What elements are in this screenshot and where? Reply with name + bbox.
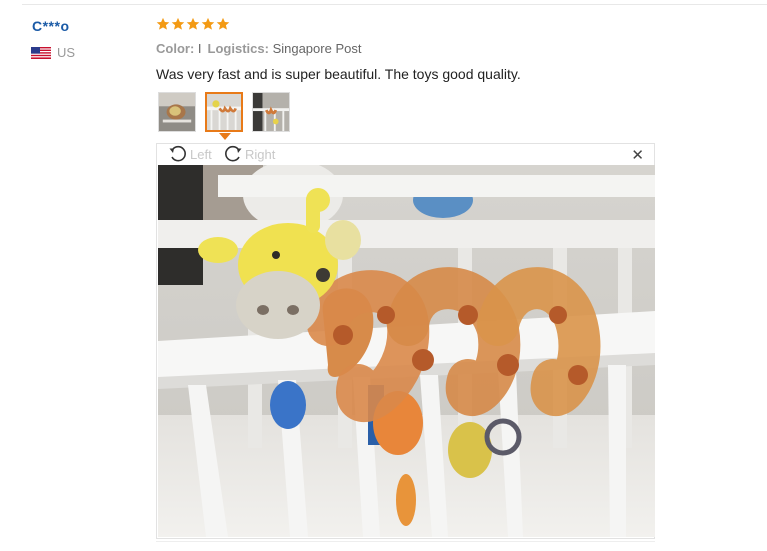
color-label: Color: bbox=[156, 41, 195, 56]
star-icon bbox=[216, 17, 230, 30]
rotate-right-label: Right bbox=[245, 146, 276, 162]
bottom-divider bbox=[156, 541, 655, 542]
us-flag-icon bbox=[31, 46, 51, 59]
logistics-value: Singapore Post bbox=[272, 41, 362, 56]
logistics-attribute: Logistics: Singapore Post bbox=[208, 41, 362, 56]
star-icon bbox=[171, 17, 185, 30]
rotate-left-label: Left bbox=[190, 146, 212, 162]
viewer-toolbar: Left Right ✕ bbox=[157, 144, 654, 164]
star-icon bbox=[156, 17, 170, 30]
photo-thumbnail-1[interactable] bbox=[158, 92, 196, 132]
photo-thumbnail-3[interactable] bbox=[252, 92, 290, 132]
star-icon bbox=[186, 17, 200, 30]
rotate-right-button[interactable]: Right bbox=[223, 145, 275, 163]
color-value: I bbox=[197, 41, 202, 56]
photo-viewer: Left Right ✕ bbox=[156, 143, 655, 539]
selected-thumbnail-indicator bbox=[219, 133, 231, 140]
rotate-right-icon bbox=[225, 145, 242, 162]
review-meta: Color: I Logistics: Singapore Post bbox=[156, 41, 361, 56]
rotate-left-button[interactable]: Left bbox=[168, 145, 212, 163]
rotate-left-icon bbox=[169, 145, 186, 162]
star-icon bbox=[201, 17, 215, 30]
review-text: Was very fast and is super beautiful. Th… bbox=[156, 66, 521, 82]
top-divider bbox=[22, 4, 767, 5]
photo-thumbnails bbox=[158, 92, 290, 132]
reviewer-country: US bbox=[31, 45, 75, 60]
logistics-label: Logistics: bbox=[207, 41, 269, 56]
photo-thumbnail-2[interactable] bbox=[205, 92, 243, 132]
reviewer-name[interactable]: C***o bbox=[32, 18, 70, 34]
review-photo bbox=[158, 165, 655, 537]
country-code: US bbox=[57, 45, 76, 60]
close-icon[interactable]: ✕ bbox=[631, 146, 644, 164]
star-rating bbox=[156, 17, 230, 31]
color-attribute: Color: I bbox=[156, 41, 202, 56]
